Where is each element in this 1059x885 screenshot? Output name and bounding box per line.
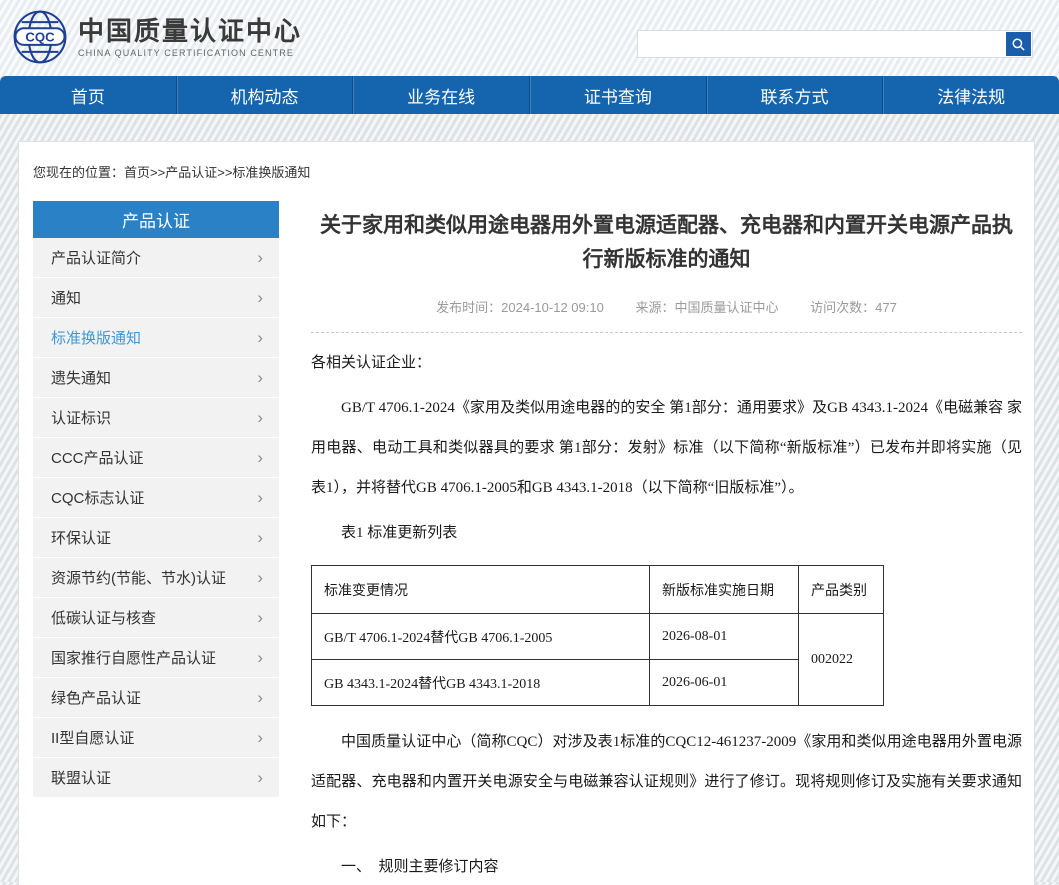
sidebar-item-label: 资源节约(节能、节水)认证 [51,567,257,588]
chevron-right-icon: › [257,609,263,626]
article-meta: 发布时间：2024-10-12 09:10 来源：中国质量认证中心 访问次数：4… [311,297,1022,333]
sidebar-item[interactable]: 环保认证› [33,518,279,558]
logo-text: 中国质量认证中心 CHINA QUALITY CERTIFICATION CEN… [78,16,302,58]
sidebar-title: 产品认证 [33,201,279,238]
salutation: 各相关认证企业： [311,343,1022,383]
chevron-right-icon: › [257,729,263,746]
nav-item[interactable]: 联系方式 [706,76,883,114]
sidebar-item-label: 环保认证 [51,527,257,548]
sidebar-item-label: 产品认证简介 [51,247,257,268]
chevron-right-icon: › [257,289,263,306]
chevron-right-icon: › [257,449,263,466]
table-row: GB/T 4706.1-2024替代GB 4706.1-20052026-08-… [312,614,884,660]
sidebar-item[interactable]: 标准换版通知› [33,318,279,358]
cell-standard-change: GB 4343.1-2024替代GB 4343.1-2018 [312,660,650,706]
table-column-header: 新版标准实施日期 [650,566,799,614]
sidebar-item[interactable]: 资源节约(节能、节水)认证› [33,558,279,598]
nav-item[interactable]: 业务在线 [352,76,529,114]
sidebar-item-label: 认证标识 [51,407,257,428]
content-row: 产品认证 产品认证简介›通知›标准换版通知›遗失通知›认证标识›CCC产品认证›… [19,201,1034,885]
breadcrumb-link[interactable]: 标准换版通知 [232,165,310,180]
sidebar-item[interactable]: 绿色产品认证› [33,678,279,718]
cqc-globe-icon: CQC [12,9,68,65]
chevron-right-icon: › [257,689,263,706]
nav-item[interactable]: 首页 [0,76,176,114]
chevron-right-icon: › [257,489,263,506]
standards-table: 标准变更情况新版标准实施日期产品类别 GB/T 4706.1-2024替代GB … [311,565,884,706]
breadcrumb-link[interactable]: 首页 [124,165,150,180]
breadcrumb-separator: >> [217,165,232,180]
sidebar-item-label: 遗失通知 [51,367,257,388]
publish-time: 发布时间：2024-10-12 09:10 [436,300,604,315]
sidebar-item[interactable]: 通知› [33,278,279,318]
breadcrumb-link[interactable]: 产品认证 [165,165,217,180]
breadcrumb: 您现在的位置：首页>>产品认证>>标准换版通知 [19,142,1034,201]
table-column-header: 标准变更情况 [312,566,650,614]
sidebar-list: 产品认证简介›通知›标准换版通知›遗失通知›认证标识›CCC产品认证›CQC标志… [33,238,279,798]
nav-item[interactable]: 机构动态 [176,76,353,114]
chevron-right-icon: › [257,249,263,266]
table-caption: 表1 标准更新列表 [311,513,1022,553]
table-row: GB 4343.1-2024替代GB 4343.1-20182026-06-01 [312,660,884,706]
sidebar-item-label: 标准换版通知 [51,327,257,348]
chevron-right-icon: › [257,329,263,346]
content-panel: 您现在的位置：首页>>产品认证>>标准换版通知 产品认证 产品认证简介›通知›标… [18,141,1035,885]
svg-text:CQC: CQC [25,29,55,44]
chevron-right-icon: › [257,649,263,666]
sidebar-item[interactable]: 产品认证简介› [33,238,279,278]
sidebar-item-label: 通知 [51,287,257,308]
table-body: GB/T 4706.1-2024替代GB 4706.1-20052026-08-… [312,614,884,706]
search-icon [1011,37,1026,52]
search-button[interactable] [1006,32,1031,56]
paragraph-revision: 中国质量认证中心（简称CQC）对涉及表1标准的CQC12-461237-2009… [311,722,1022,842]
sidebar-item[interactable]: 认证标识› [33,398,279,438]
article-title: 关于家用和类似用途电器用外置电源适配器、充电器和内置开关电源产品执行新版标准的通… [311,201,1022,277]
main-nav: 首页机构动态业务在线证书查询联系方式法律法规 [0,76,1059,114]
cell-product-category: 002022 [799,614,884,706]
sidebar-item-label: II型自愿认证 [51,727,257,748]
search-input[interactable] [638,32,1006,56]
sidebar-item-label: CQC标志认证 [51,487,257,508]
sidebar-item[interactable]: 联盟认证› [33,758,279,798]
sidebar-item-label: 联盟认证 [51,767,257,788]
sidebar-item[interactable]: CCC产品认证› [33,438,279,478]
paragraph-standards: GB/T 4706.1-2024《家用及类似用途电器的的安全 第1部分：通用要求… [311,388,1022,508]
article: 关于家用和类似用途电器用外置电源适配器、充电器和内置开关电源产品执行新版标准的通… [311,201,1034,885]
table-header-row: 标准变更情况新版标准实施日期产品类别 [312,566,884,614]
nav-item[interactable]: 法律法规 [882,76,1059,114]
cell-implementation-date: 2026-08-01 [650,614,799,660]
section-heading-1: 一、 规则主要修订内容 [311,847,1022,885]
chevron-right-icon: › [257,369,263,386]
site-header: CQC 中国质量认证中心 CHINA QUALITY CERTIFICATION… [0,0,1059,76]
chevron-right-icon: › [257,569,263,586]
sidebar-item[interactable]: 国家推行自愿性产品认证› [33,638,279,678]
sidebar-item[interactable]: CQC标志认证› [33,478,279,518]
sidebar: 产品认证 产品认证简介›通知›标准换版通知›遗失通知›认证标识›CCC产品认证›… [33,201,279,885]
logo[interactable]: CQC 中国质量认证中心 CHINA QUALITY CERTIFICATION… [12,9,302,65]
logo-subtitle: CHINA QUALITY CERTIFICATION CENTRE [78,48,302,58]
article-source: 来源：中国质量认证中心 [635,300,778,315]
logo-title: 中国质量认证中心 [78,16,302,46]
breadcrumb-separator: >> [150,165,165,180]
breadcrumb-prefix: 您现在的位置： [33,165,124,180]
sidebar-item-label: CCC产品认证 [51,447,257,468]
sidebar-item-label: 绿色产品认证 [51,687,257,708]
sidebar-item-label: 国家推行自愿性产品认证 [51,647,257,668]
chevron-right-icon: › [257,529,263,546]
sidebar-item[interactable]: 低碳认证与核查› [33,598,279,638]
article-body: 各相关认证企业： GB/T 4706.1-2024《家用及类似用途电器的的安全 … [311,343,1022,885]
chevron-right-icon: › [257,769,263,786]
cell-standard-change: GB/T 4706.1-2024替代GB 4706.1-2005 [312,614,650,660]
cell-implementation-date: 2026-06-01 [650,660,799,706]
sidebar-item-label: 低碳认证与核查 [51,607,257,628]
view-count: 访问次数：477 [810,300,897,315]
sidebar-item[interactable]: II型自愿认证› [33,718,279,758]
sidebar-item[interactable]: 遗失通知› [33,358,279,398]
table-column-header: 产品类别 [799,566,884,614]
nav-item[interactable]: 证书查询 [529,76,706,114]
search-box [637,30,1033,58]
chevron-right-icon: › [257,409,263,426]
